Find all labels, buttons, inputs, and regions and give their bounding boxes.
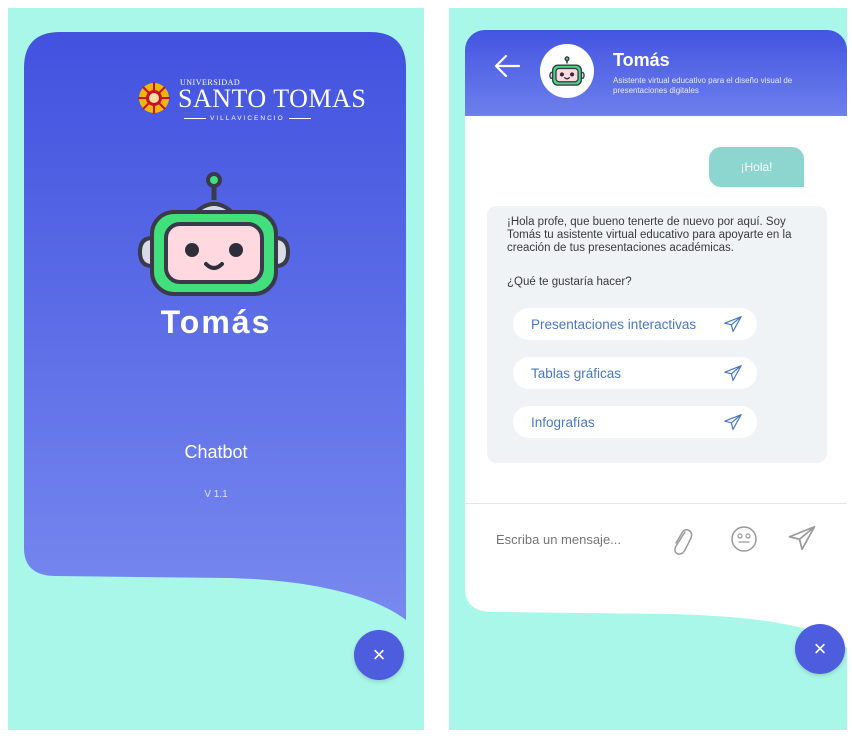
option-label: Infografías (531, 414, 595, 430)
message-input-bar (465, 503, 847, 580)
avatar (540, 44, 594, 98)
robot-avatar-icon (549, 56, 585, 86)
bot-message-bubble: ¡Hola profe, que bueno tenerte de nuevo … (487, 206, 827, 463)
send-icon (724, 316, 742, 332)
option-tablas-graficas[interactable]: Tablas gráficas (513, 357, 757, 389)
bot-name-title: Tomás (160, 304, 272, 340)
version-label: V 1.1 (204, 489, 228, 500)
option-label: Presentaciones interactivas (531, 316, 697, 332)
send-icon (724, 414, 742, 430)
bot-message-text: ¡Hola profe, que bueno tenerte de nuevo … (507, 216, 792, 254)
option-presentaciones-interactivas[interactable]: Presentaciones interactivas (513, 308, 757, 340)
message-input[interactable] (496, 532, 636, 547)
chat-messages[interactable]: ¡Hola! ¡Hola profe, que bueno tenerte de… (465, 116, 847, 503)
splash-screen: UNIVERSIDAD SANTO TOMAS VILLAVICENCIO To… (8, 8, 424, 730)
send-message-icon[interactable] (787, 524, 817, 552)
robot-mascot-icon (137, 172, 291, 296)
user-message-bubble: ¡Hola! (709, 147, 804, 187)
chat-screen: Tomás Asistente virtual educativo para e… (449, 8, 847, 730)
close-icon: × (813, 636, 827, 661)
header-description: Asistente virtual educativo para el dise… (613, 76, 793, 95)
chat-header: Tomás Asistente virtual educativo para e… (465, 30, 847, 116)
option-label: Tablas gráficas (531, 365, 622, 381)
university-city: VILLAVICENCIO (180, 115, 308, 122)
bot-question-text: ¿Qué te gustaría hacer? (507, 276, 632, 288)
chatbot-label: Chatbot (184, 442, 248, 462)
close-icon: × (372, 642, 386, 667)
paperclip-icon[interactable] (669, 524, 693, 558)
user-message-text: ¡Hola! (740, 160, 773, 174)
emoji-icon[interactable] (729, 524, 759, 554)
close-button[interactable]: × (354, 630, 404, 680)
university-logo: UNIVERSIDAD SANTO TOMAS VILLAVICENCIO (136, 74, 366, 130)
send-icon (724, 365, 742, 381)
close-button[interactable]: × (795, 624, 845, 674)
header-bot-name: Tomás (613, 50, 670, 70)
back-arrow-icon[interactable] (493, 54, 521, 78)
option-infografias[interactable]: Infografías (513, 406, 757, 438)
university-seal-icon (138, 82, 170, 114)
university-name: SANTO TOMAS (178, 84, 367, 113)
